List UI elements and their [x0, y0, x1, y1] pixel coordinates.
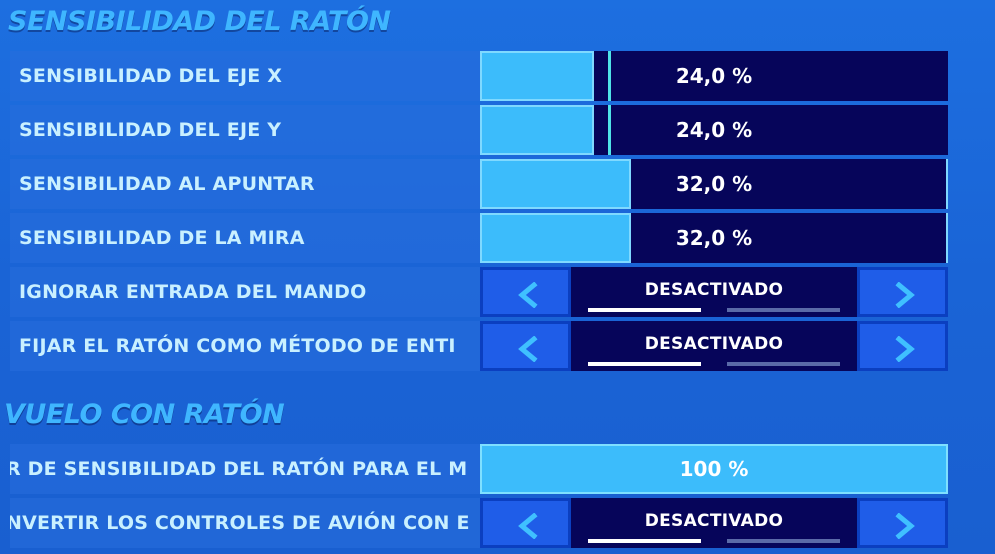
y-sensitivity-slider[interactable]: 24,0 % [480, 105, 948, 155]
option-indicator-active [588, 539, 701, 543]
flight-sensitivity-slider[interactable]: 100 % [480, 444, 948, 494]
setting-row-scope-sensitivity[interactable]: SENSIBILIDAD DE LA MIRA 32,0 % [10, 213, 948, 263]
setting-label: SENSIBILIDAD DEL EJE Y [19, 119, 282, 141]
lock-mouse-input-selector[interactable]: DESACTIVADO [480, 321, 948, 371]
next-option-button[interactable] [857, 267, 948, 317]
setting-label: FIJAR EL RATÓN COMO MÉTODO DE ENTI [19, 335, 456, 357]
slider-value: 32,0 % [675, 226, 753, 250]
setting-label: SENSIBILIDAD AL APUNTAR [19, 173, 315, 195]
chevron-left-icon [518, 513, 538, 539]
setting-row-lock-mouse-input[interactable]: FIJAR EL RATÓN COMO MÉTODO DE ENTI DESAC… [10, 321, 948, 371]
selected-option: DESACTIVADO [644, 511, 784, 531]
slider-value: 24,0 % [675, 64, 753, 88]
option-indicator-inactive [727, 308, 840, 312]
selected-option: DESACTIVADO [644, 334, 784, 354]
slider-value: 24,0 % [675, 118, 753, 142]
option-indicator-active [588, 308, 701, 312]
previous-option-button[interactable] [480, 498, 571, 548]
setting-row-invert-plane-controls[interactable]: NVERTIR LOS CONTROLES DE AVIÓN CON E DES… [10, 498, 948, 548]
scope-sensitivity-slider[interactable]: 32,0 % [480, 213, 948, 263]
aim-sensitivity-slider[interactable]: 32,0 % [480, 159, 948, 209]
option-indicator-inactive [727, 362, 840, 366]
next-option-button[interactable] [857, 498, 948, 548]
invert-plane-controls-selector[interactable]: DESACTIVADO [480, 498, 948, 548]
setting-label: NVERTIR LOS CONTROLES DE AVIÓN CON E [10, 512, 470, 534]
chevron-right-icon [895, 282, 915, 308]
setting-row-aim-sensitivity[interactable]: SENSIBILIDAD AL APUNTAR 32,0 % [10, 159, 948, 209]
selected-option: DESACTIVADO [644, 280, 784, 300]
previous-option-button[interactable] [480, 267, 571, 317]
setting-label: SENSIBILIDAD DEL EJE X [19, 65, 283, 87]
setting-row-x-sensitivity[interactable]: SENSIBILIDAD DEL EJE X 24,0 % [10, 51, 948, 101]
slider-value: 32,0 % [675, 172, 753, 196]
section-title-mouse-flight: VUELO CON RATÓN [4, 399, 285, 430]
section-title-mouse-sensitivity: SENSIBILIDAD DEL RATÓN [8, 6, 391, 37]
option-indicator-inactive [727, 539, 840, 543]
slider-value: 100 % [679, 457, 749, 481]
chevron-left-icon [518, 282, 538, 308]
ignore-controller-selector[interactable]: DESACTIVADO [480, 267, 948, 317]
setting-label: R DE SENSIBILIDAD DEL RATÓN PARA EL M [10, 458, 468, 480]
option-indicator-active [588, 362, 701, 366]
previous-option-button[interactable] [480, 321, 571, 371]
next-option-button[interactable] [857, 321, 948, 371]
x-sensitivity-slider[interactable]: 24,0 % [480, 51, 948, 101]
setting-label: SENSIBILIDAD DE LA MIRA [19, 227, 305, 249]
setting-label: IGNORAR ENTRADA DEL MANDO [19, 281, 367, 303]
setting-row-flight-sensitivity[interactable]: R DE SENSIBILIDAD DEL RATÓN PARA EL M 10… [10, 444, 948, 494]
setting-row-y-sensitivity[interactable]: SENSIBILIDAD DEL EJE Y 24,0 % [10, 105, 948, 155]
setting-row-ignore-controller[interactable]: IGNORAR ENTRADA DEL MANDO DESACTIVADO [10, 267, 948, 317]
chevron-right-icon [895, 513, 915, 539]
chevron-right-icon [895, 336, 915, 362]
chevron-left-icon [518, 336, 538, 362]
